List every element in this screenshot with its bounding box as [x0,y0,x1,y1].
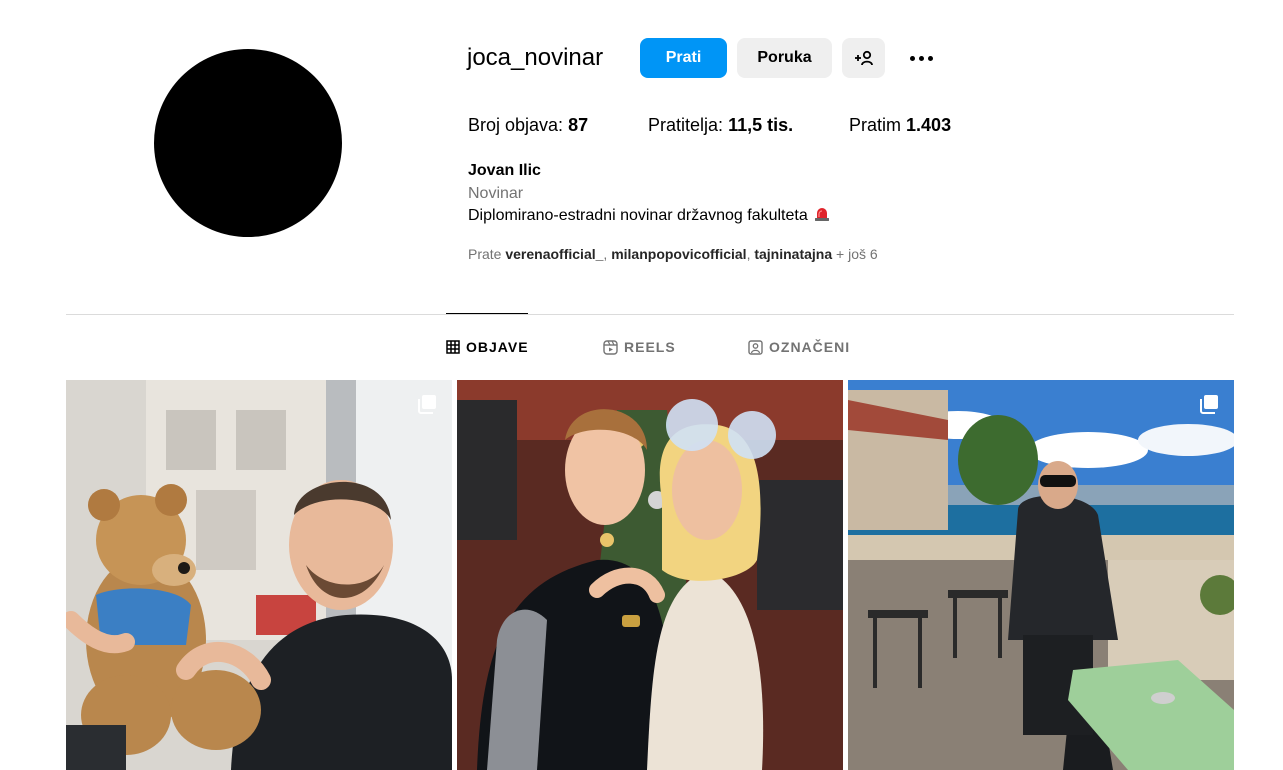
tab-posts-label: OBJAVE [466,339,529,355]
following-label: Pratim [849,115,902,135]
followers-label: Pratitelja: [648,115,724,135]
carousel-icon [1200,395,1218,414]
followers-value: 11,5 tis. [728,115,794,135]
post-thumbnail[interactable] [66,380,452,770]
following-value: 1.403 [906,115,952,135]
followed-by-prefix: Prate [468,246,502,262]
reels-icon [603,339,618,355]
profile-username: joca_novinar [467,44,604,71]
followers-count[interactable]: Pratitelja: 11,5 tis. [648,115,793,136]
add-user-icon [854,50,873,66]
full-name: Jovan Ilic [468,162,541,179]
followed-by[interactable]: Prate verenaofficial_, milanpopovicoffic… [468,246,878,262]
follow-button[interactable]: Prati [640,38,727,78]
tab-tagged[interactable]: OZNAČENI [748,339,850,355]
profile-bio: Diplomirano-estradni novinar državnog fa… [468,207,830,225]
carousel-icon [418,395,436,414]
siren-icon [814,208,829,221]
followed-by-more[interactable]: + još 6 [836,246,878,262]
post-image [66,380,452,770]
followed-by-account[interactable]: verenaofficial_ [505,246,603,262]
more-options-button[interactable] [900,40,942,76]
tab-posts[interactable]: OBJAVE [446,339,529,355]
post-thumbnail[interactable] [848,380,1234,770]
tab-tagged-label: OZNAČENI [769,339,851,355]
posts-label: Broj objava: [468,115,564,135]
followed-by-account[interactable]: tajninatajna [754,246,832,262]
avatar[interactable] [154,49,342,237]
following-count[interactable]: Pratim 1.403 [849,115,951,136]
posts-value: 87 [568,115,589,135]
post-image [457,380,843,770]
profile-page: joca_novinar Prati Poruka Broj objava: 8… [0,0,1283,770]
tabs-divider [66,314,1234,315]
post-thumbnail[interactable] [457,380,843,770]
tab-reels-label: REELS [624,339,676,355]
profile-category: Novinar [468,185,524,202]
bio-text: Diplomirano-estradni novinar državnog fa… [468,207,808,224]
tab-reels[interactable]: REELS [603,339,676,355]
followed-by-account[interactable]: milanpopovicofficial [611,246,746,262]
message-button[interactable]: Poruka [737,38,832,78]
posts-count: Broj objava: 87 [468,115,588,136]
post-image [848,380,1234,770]
more-options-icon [909,55,933,61]
tagged-icon [748,339,763,355]
grid-icon [446,340,460,354]
suggest-users-button[interactable] [842,38,885,78]
active-tab-indicator [446,313,528,314]
